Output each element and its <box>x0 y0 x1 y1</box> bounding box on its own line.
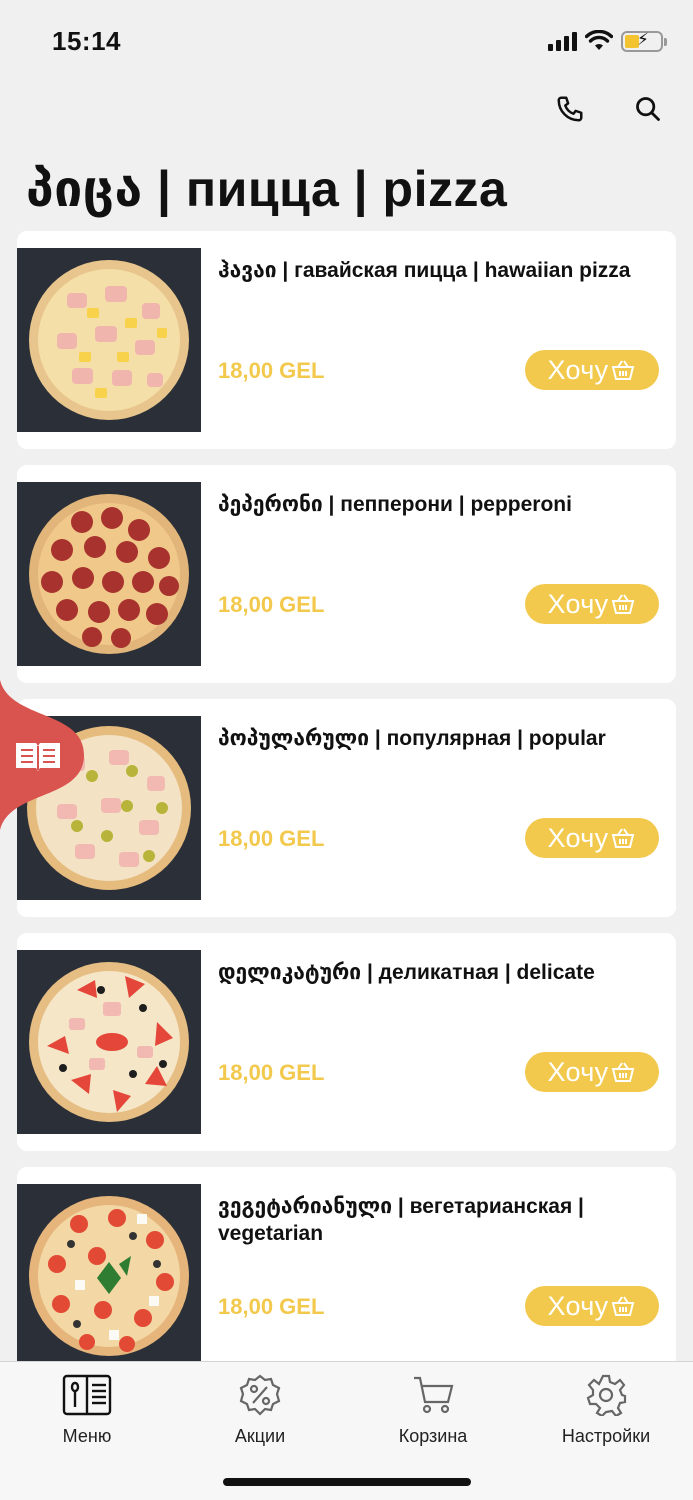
basket-icon <box>612 828 635 848</box>
status-icons: ⚡ <box>548 30 667 52</box>
product-price: 18,00 GEL <box>218 358 325 383</box>
phone-icon[interactable] <box>553 92 587 126</box>
tab-label: Настройки <box>561 1426 651 1446</box>
pizza-image <box>17 248 201 432</box>
battery-icon: ⚡ <box>621 30 667 52</box>
basket-icon <box>612 360 635 380</box>
product-card[interactable]: პოპულარული | популярная | popular 18,00 … <box>17 699 676 917</box>
product-price: 18,00 GEL <box>218 1294 325 1319</box>
page-title: პიცა | пицца | pizza <box>26 161 508 217</box>
open-book-icon <box>16 743 60 771</box>
tab-label: Акции <box>234 1426 286 1446</box>
home-indicator <box>223 1478 471 1486</box>
product-name: ვეგეტარიანული | вегетарианская | vegetar… <box>218 1195 584 1245</box>
add-to-cart-label: Хочу <box>547 1290 609 1321</box>
tab-promotions[interactable]: Акции <box>200 1372 320 1447</box>
add-to-cart-label: Хочу <box>547 588 609 619</box>
product-price: 18,00 GEL <box>218 826 325 851</box>
add-to-cart-button[interactable]: Хочу <box>525 1052 659 1092</box>
cart-icon <box>408 1372 458 1418</box>
tab-label: Меню <box>62 1426 112 1446</box>
product-price: 18,00 GEL <box>218 592 325 617</box>
tab-menu[interactable]: Меню <box>27 1372 147 1447</box>
tab-settings[interactable]: Настройки <box>546 1372 666 1447</box>
add-to-cart-label: Хочу <box>547 1056 609 1087</box>
add-to-cart-label: Хочу <box>547 822 609 853</box>
pizza-image <box>17 1184 201 1368</box>
pizza-image <box>17 482 201 666</box>
product-price: 18,00 GEL <box>218 1060 325 1085</box>
add-to-cart-button[interactable]: Хочу <box>525 1286 659 1326</box>
menu-book-icon <box>62 1372 112 1418</box>
status-time: 15:14 <box>52 26 121 56</box>
cellular-signal-icon <box>548 31 577 51</box>
top-actions <box>553 92 665 126</box>
product-list: ჰავაი | гавайская пицца | hawaiian pizza… <box>17 231 676 1401</box>
product-card[interactable]: პეპერონი | пепперони | pepperoni 18,00 G… <box>17 465 676 683</box>
status-bar: 15:14 ⚡ <box>0 0 693 84</box>
pizza-image <box>17 950 201 1134</box>
add-to-cart-button[interactable]: Хочу <box>525 818 659 858</box>
tab-label: Корзина <box>398 1426 468 1446</box>
product-card[interactable]: ჰავაი | гавайская пицца | hawaiian pizza… <box>17 231 676 449</box>
gear-icon <box>581 1372 631 1418</box>
product-name: დელიკატური | деликатная | delicate <box>218 961 595 984</box>
discount-badge-icon <box>235 1372 285 1418</box>
product-name: პოპულარული | популярная | popular <box>218 727 606 750</box>
add-to-cart-button[interactable]: Хочу <box>525 584 659 624</box>
basket-icon <box>612 594 635 614</box>
search-icon[interactable] <box>631 92 665 126</box>
product-name: ჰავაი | гавайская пицца | hawaiian pizza <box>218 259 631 282</box>
wifi-icon <box>585 30 613 50</box>
side-menu-tab[interactable] <box>0 680 84 830</box>
add-to-cart-button[interactable]: Хочу <box>525 350 659 390</box>
basket-icon <box>612 1062 635 1082</box>
tab-cart[interactable]: Корзина <box>373 1372 493 1447</box>
add-to-cart-label: Хочу <box>547 354 609 385</box>
product-card[interactable]: ვეგეტარიანული | вегетарианская | vegetar… <box>17 1167 676 1385</box>
basket-icon <box>612 1296 635 1316</box>
product-name: პეპერონი | пепперони | pepperoni <box>218 493 572 516</box>
product-card[interactable]: დელიკატური | деликатная | delicate 18,00… <box>17 933 676 1151</box>
